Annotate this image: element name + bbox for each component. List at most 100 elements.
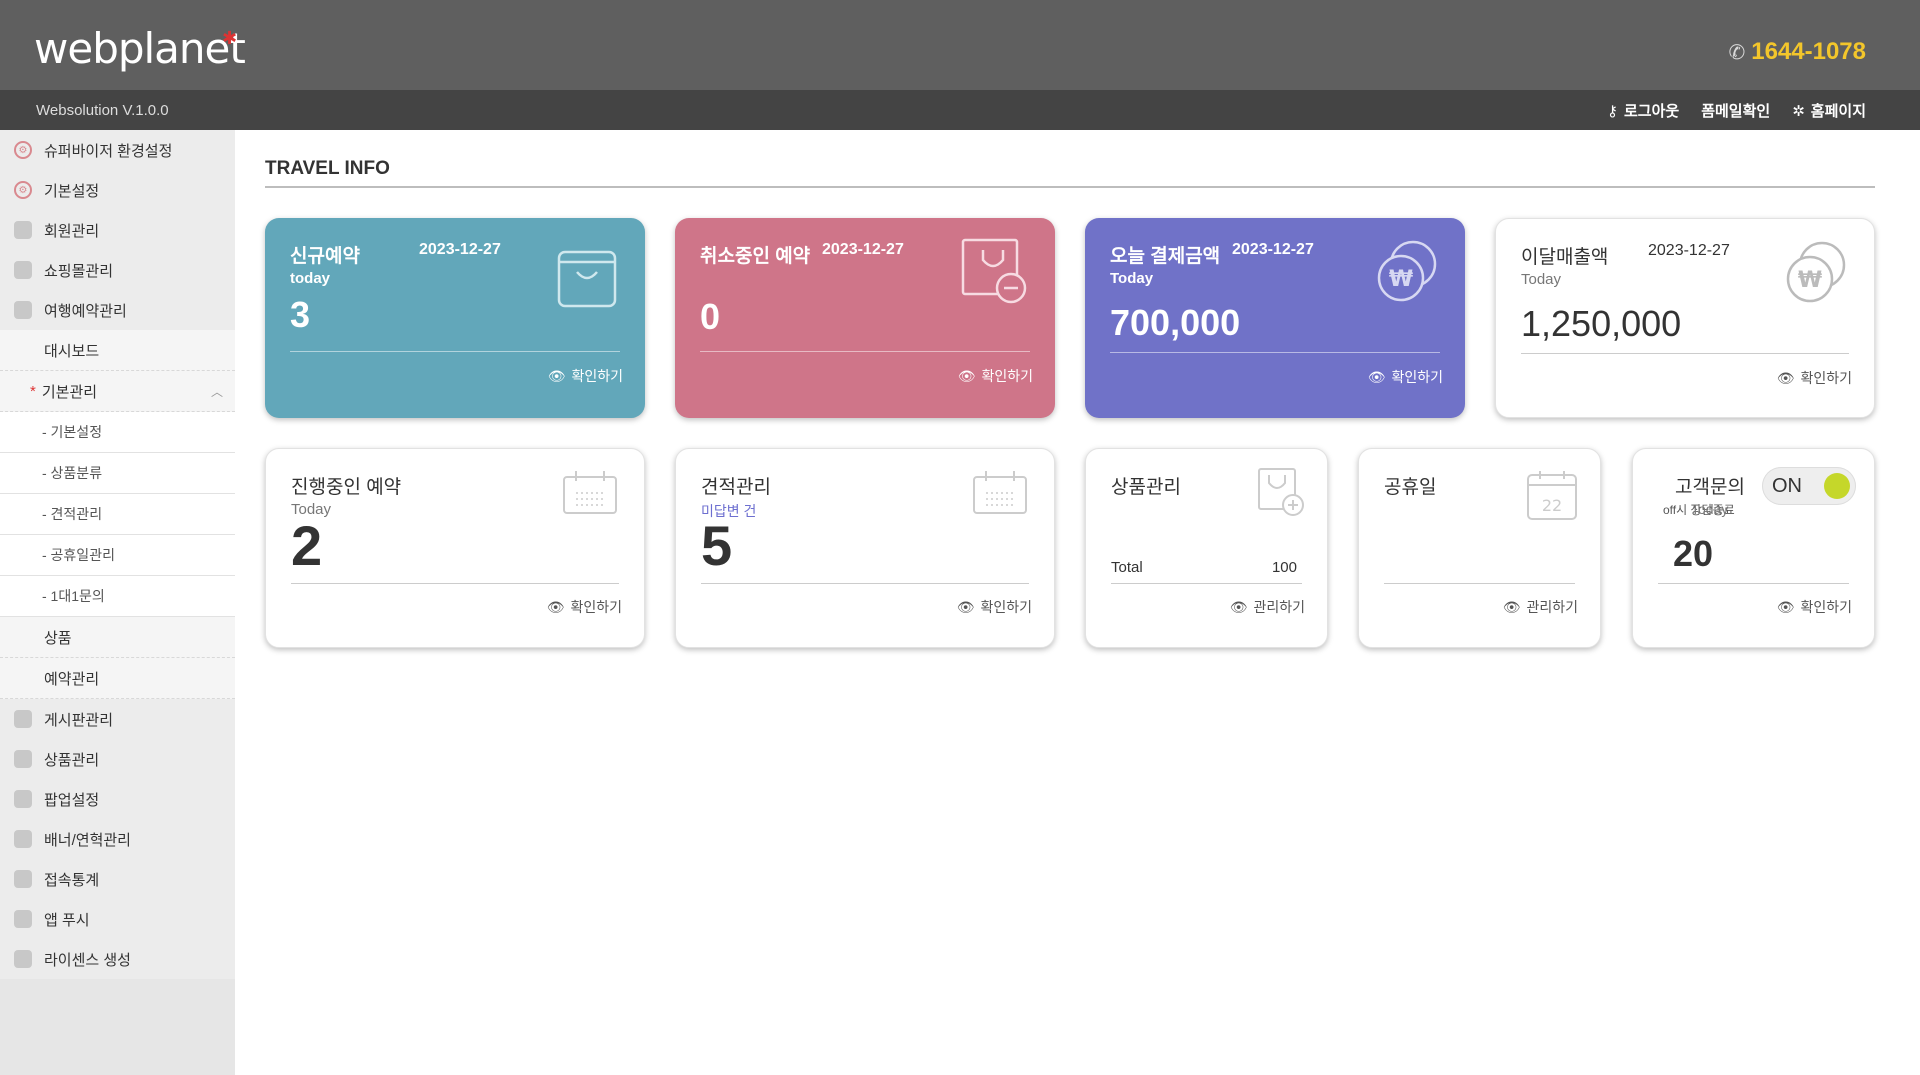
card-value: 0 [700,296,721,337]
card-date: 2023-12-27 [419,241,501,258]
card-value: 2 [291,514,323,577]
card-title: 신규예약 [290,246,360,267]
sidebar-item-label: 라이센스 생성 [44,951,131,969]
sidebar-item-shop[interactable]: 쇼핑몰관리 [0,250,235,290]
sidebar-item-stats[interactable]: 접속통계 [0,859,235,899]
sidebar-item-travel[interactable]: 여행예약관리 [0,290,235,330]
card-divider [701,583,1029,584]
card-sub: today [290,270,331,287]
eye-icon: 👁 [546,598,565,615]
sidebar-item-label: 팝업설정 [44,791,100,809]
sidebar-item-license[interactable]: 라이센스 생성 [0,939,235,979]
card-title: 취소중인 예약 [700,246,811,267]
settings-icon: ⚙ [14,181,32,199]
sidebar-item-members[interactable]: 회원관리 [0,210,235,250]
sidebar-item-board[interactable]: 게시판관리 [0,699,235,739]
view-link[interactable]: 👁 확인하기 [957,597,1032,617]
sparkle-icon: ✲ [1792,102,1805,120]
sidebar-item-supervisor[interactable]: ⚙ 슈퍼바이저 환경설정 [0,130,235,170]
card-divider [700,351,1030,352]
sidebar-item-label: 앱 푸시 [44,911,90,929]
user-icon [14,221,32,239]
sidebar-item-label: 회원관리 [44,222,100,240]
card-sub: Today [1691,501,1729,517]
card-divider [1110,352,1440,353]
sidebar-item-reservation[interactable]: 예약관리 [0,658,235,699]
eye-icon: 👁 [956,598,975,615]
logout-label: 로그아웃 [1624,103,1680,120]
sidebar-item-label: 슈퍼바이저 환경설정 [44,142,173,160]
homepage-link[interactable]: ✲ 홈페이지 [1792,100,1866,121]
toggle-knob [1824,473,1850,499]
card-today-payment: 오늘 결제금액 2023-12-27 Today 700,000 ₩ 👁 확인하기 [1085,218,1465,418]
view-link-label: 확인하기 [981,368,1033,384]
sidebar-item-label: 접속통계 [44,871,100,889]
manage-link[interactable]: 👁 관리하기 [1230,597,1305,617]
clipboard-icon [14,710,32,728]
view-link[interactable]: 👁 확인하기 [548,366,623,386]
sidebar-item-push[interactable]: 앱 푸시 [0,899,235,939]
sidebar-item-banner[interactable]: 배너/연혁관리 [0,819,235,859]
card-quote: 견적관리 미답변 건 5 👁 확인하기 [675,448,1055,648]
card-title: 고객문의 [1675,477,1745,498]
view-link-label: 확인하기 [1800,370,1852,386]
view-link-label: 확인하기 [1391,369,1443,385]
card-title: 진행중인 예약 [291,477,402,498]
view-link[interactable]: 👁 확인하기 [958,366,1033,386]
settings-icon: ⚙ [14,141,32,159]
view-link[interactable]: 👁 확인하기 [547,597,622,617]
sidebar-item-basic-settings[interactable]: ⚙ 기본설정 [0,170,235,210]
sidebar-item-basic-mgmt[interactable]: * 기본관리 ︿ [0,371,235,412]
form-mail-link[interactable]: 폼메일확인 [1701,100,1770,121]
sidebar-item-product-mgmt[interactable]: 상품관리 [0,739,235,779]
eye-icon: 👁 [547,367,566,384]
version-label: Websolution V.1.0.0 [36,102,169,119]
card-date: 2023-12-27 [822,241,904,258]
required-star-icon: * [30,382,36,400]
bag-plus-icon [1258,468,1304,516]
logout-link[interactable]: ⚷ 로그아웃 [1607,100,1679,121]
manage-link[interactable]: 👁 관리하기 [1503,597,1578,617]
view-link-label: 확인하기 [571,368,623,384]
view-link[interactable]: 👁 확인하기 [1777,597,1852,617]
view-link[interactable]: 👁 확인하기 [1777,368,1852,388]
logo-star-icon: ✱ [222,28,238,48]
card-divider [291,583,619,584]
sidebar-subitem-category[interactable]: - 상품분류 [0,453,235,494]
sidebar-subitem-holiday[interactable]: - 공휴일관리 [0,535,235,576]
eye-icon: 👁 [1502,598,1521,615]
logo[interactable]: webplanet [34,24,246,73]
card-ongoing-reservation: 진행중인 예약 Today 2 👁 확인하기 [265,448,645,648]
svg-text:₩: ₩ [1389,267,1413,292]
card-date: 2023-12-27 [1232,241,1314,258]
card-value: 3 [290,294,311,335]
sub-bar: Websolution V.1.0.0 ⚷ 로그아웃 폼메일확인 ✲ 홈페이지 [0,90,1920,130]
top-nav: ⚷ 로그아웃 폼메일확인 ✲ 홈페이지 [1607,100,1866,121]
view-link[interactable]: 👁 확인하기 [1368,367,1443,387]
sidebar-item-product[interactable]: 상품 [0,617,235,658]
card-title: 공휴일 [1384,477,1437,498]
card-divider [1384,583,1575,584]
card-value: 5 [701,514,733,577]
sidebar-subitem-basic-settings[interactable]: - 기본설정 [0,412,235,453]
eye-icon: 👁 [1776,598,1795,615]
card-divider [290,351,620,352]
sidebar-item-label: 쇼핑몰관리 [44,262,114,280]
sidebar-subitem-inquiry[interactable]: - 1대1문의 [0,576,235,617]
card-title: 이달매출액 [1521,247,1609,268]
sidebar-subitem-quote[interactable]: - 견적관리 [0,494,235,535]
plane-icon [14,301,32,319]
card-divider [1111,583,1302,584]
card-cancel-reservation: 취소중인 예약 2023-12-27 0 👁 확인하기 [675,218,1055,418]
total-label: Total [1111,559,1143,576]
sidebar-item-label: 배너/연혁관리 [44,831,131,849]
eye-icon: 👁 [1229,598,1248,615]
card-inquiry: 고객문의 off시 상담종료 Today ON 20 👁 확인하기 [1632,448,1875,648]
sidebar-item-dashboard[interactable]: 대시보드 [0,330,235,371]
card-new-reservation: 신규예약 2023-12-27 today 3 👁 확인하기 [265,218,645,418]
sidebar-item-popup[interactable]: 팝업설정 [0,779,235,819]
view-link-label: 확인하기 [1800,599,1852,615]
chat-toggle[interactable]: ON [1762,467,1856,505]
calendar-icon [563,471,617,514]
pie-chart-icon [14,870,32,888]
